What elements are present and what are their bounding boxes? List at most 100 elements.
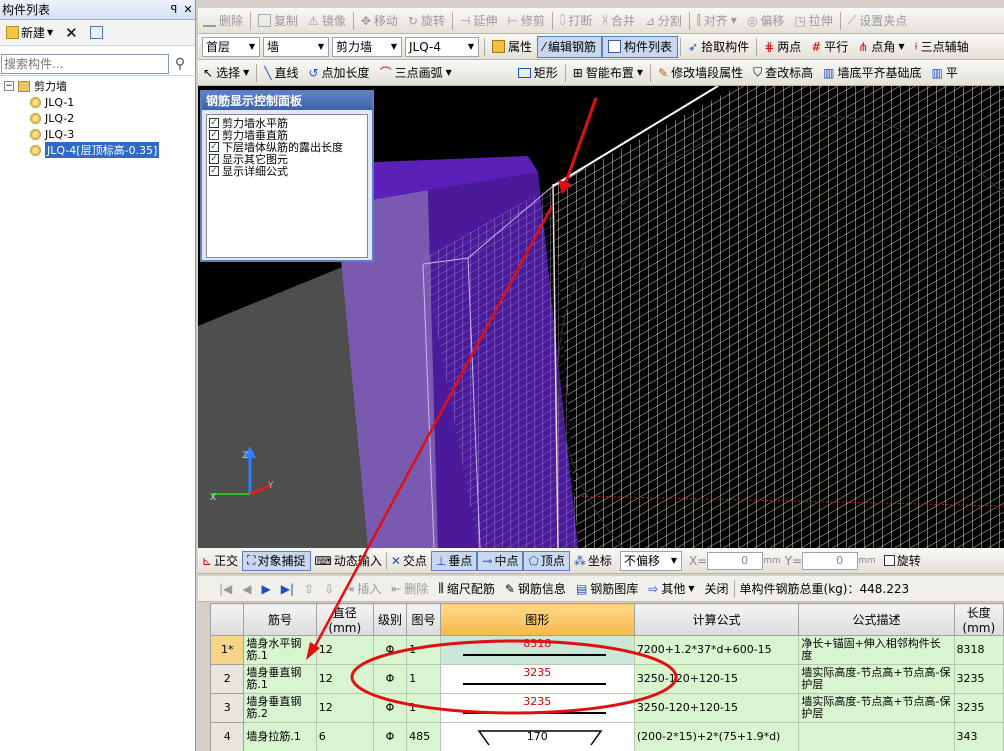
- column-header[interactable]: 公式描述: [798, 603, 955, 636]
- column-header[interactable]: 筋号: [243, 603, 317, 636]
- smart-layout-button[interactable]: ⊞ 智能布置 ▼: [568, 62, 648, 84]
- column-header[interactable]: 计算公式: [633, 603, 800, 636]
- rebar-info-button[interactable]: ✎ 钢筋信息: [500, 580, 571, 597]
- close-icon[interactable]: ✕: [181, 3, 195, 16]
- cell-length[interactable]: 3235: [953, 693, 1004, 723]
- wall-bottom-align-button[interactable]: ▥ 墙底平齐基础底: [818, 62, 926, 84]
- scale-rebar-button[interactable]: ⫼ 缩尺配筋: [433, 580, 500, 597]
- checkbox-checked[interactable]: ✓: [209, 166, 219, 176]
- type-select[interactable]: 剪力墙 ▼: [332, 36, 402, 57]
- tree-item[interactable]: JLQ-1: [4, 94, 159, 110]
- move-up-button[interactable]: ⇧: [299, 582, 319, 596]
- copy-tool[interactable]: 复制: [253, 10, 303, 32]
- rotate-toggle[interactable]: 旋转: [880, 551, 925, 571]
- cell-figure-number[interactable]: 1: [406, 664, 441, 694]
- properties-button[interactable]: 属性: [487, 36, 537, 58]
- align-tool[interactable]: ⫿ 对齐 ▼: [692, 10, 742, 32]
- two-point-button[interactable]: ⋕ 两点: [759, 36, 806, 58]
- 3d-viewport[interactable]: Z X Y 钢筋显示控制面板 ✓ 剪力墙水平筋 ✓ 剪力墙垂直筋 ✓ 下层墙体纵筋的露…: [198, 86, 1004, 548]
- break-tool[interactable]: ⩇ 打断: [555, 10, 597, 32]
- row-number[interactable]: 1*: [210, 635, 245, 665]
- checkbox-checked[interactable]: ✓: [209, 118, 219, 128]
- cell-grade[interactable]: Φ: [372, 635, 408, 665]
- dynamic-input-toggle[interactable]: ⌨ 动态输入: [311, 551, 386, 571]
- cell-figure-number[interactable]: 1: [406, 635, 441, 665]
- collapse-icon[interactable]: −: [4, 81, 14, 91]
- table-row[interactable]: 2 墙身垂直钢筋.1 12 Φ 1 3235 3250-120+120-15 墙…: [210, 664, 1004, 694]
- move-tool[interactable]: ✥ 移动: [356, 10, 403, 32]
- intersection-snap[interactable]: ✕ 交点: [387, 551, 431, 571]
- floor-select[interactable]: 首层 ▼: [202, 36, 260, 57]
- checkbox-checked[interactable]: ✓: [209, 154, 219, 164]
- new-button[interactable]: 新建 ▼: [2, 22, 57, 43]
- three-point-arc-button[interactable]: ⌒ 三点画弧 ▼: [375, 62, 457, 84]
- search-icon[interactable]: ⚲: [169, 56, 191, 72]
- pin-icon[interactable]: ꟼ: [167, 3, 181, 16]
- merge-tool[interactable]: ⩈ 合并: [597, 10, 639, 32]
- cell-formula-description[interactable]: 墙实际高度-节点高+节点高-保护层: [798, 693, 955, 723]
- delete-row-button[interactable]: ⇤ 删除: [386, 580, 433, 597]
- column-header[interactable]: 图号: [406, 603, 441, 636]
- close-button[interactable]: 关闭: [700, 580, 734, 597]
- cell-shape[interactable]: 170: [439, 722, 635, 751]
- midpoint-snap[interactable]: ⊸ 中点: [477, 550, 524, 571]
- cell-formula-description[interactable]: 墙实际高度-节点高+节点高-保护层: [798, 664, 955, 694]
- mirror-tool[interactable]: ⚠ 镜像: [303, 10, 351, 32]
- tree-item[interactable]: JLQ-2: [4, 110, 159, 126]
- edit-rebar-button[interactable]: ⁄ 编辑钢筋: [537, 35, 603, 58]
- cell-bar-name[interactable]: 墙身垂直钢筋.2: [243, 693, 317, 723]
- row-number[interactable]: 4: [210, 722, 245, 751]
- cell-length[interactable]: 3235: [953, 664, 1004, 694]
- component-select[interactable]: JLQ-4 ▼: [405, 36, 479, 57]
- grip-tool[interactable]: ⟋ 设置夹点: [843, 10, 912, 32]
- more-button[interactable]: ▥ 平: [926, 62, 962, 84]
- cell-formula-description[interactable]: 净长+锚固+伸入相邻构件长度: [798, 635, 955, 665]
- cell-shape[interactable]: 3235: [439, 693, 635, 723]
- other-button[interactable]: ⇨ 其他 ▼: [643, 580, 699, 597]
- search-input[interactable]: [1, 53, 169, 74]
- three-point-axis-button[interactable]: ⟊ 三点辅轴: [910, 36, 974, 58]
- cell-formula[interactable]: (200-2*15)+2*(75+1.9*d): [633, 722, 800, 751]
- object-snap-toggle[interactable]: ⛶ 对象捕捉: [242, 550, 311, 571]
- column-header[interactable]: 长度(mm): [953, 603, 1004, 636]
- row-number[interactable]: 2: [210, 664, 245, 694]
- prev-record-button[interactable]: ◀: [237, 582, 256, 596]
- checkbox-checked[interactable]: ✓: [209, 142, 219, 152]
- cell-figure-number[interactable]: 485: [406, 722, 441, 751]
- cell-bar-name[interactable]: 墙身拉筋.1: [243, 722, 317, 751]
- stretch-tool[interactable]: ◳ 拉伸: [789, 10, 837, 32]
- row-number[interactable]: 3: [210, 693, 245, 723]
- column-header[interactable]: 级别: [372, 603, 408, 636]
- offset-mode-select[interactable]: 不偏移 ▼: [619, 550, 682, 571]
- category-select[interactable]: 墙 ▼: [263, 36, 329, 57]
- cell-formula-description[interactable]: [798, 722, 955, 751]
- tree-item[interactable]: JLQ-3: [4, 126, 159, 142]
- perpendicular-snap[interactable]: ⊥ 垂点: [430, 550, 478, 571]
- cell-shape[interactable]: 3235: [439, 664, 635, 694]
- delete-tool[interactable]: 删除: [198, 10, 248, 32]
- checkbox-unchecked[interactable]: [883, 555, 895, 566]
- y-input[interactable]: 0: [802, 551, 859, 570]
- option-show-detailed-formula[interactable]: ✓ 显示详细公式: [209, 165, 365, 178]
- cell-diameter[interactable]: 6: [315, 722, 374, 751]
- modify-wall-segment-button[interactable]: ✎ 修改墙段属性: [653, 62, 748, 84]
- cell-length[interactable]: 343: [953, 722, 1004, 751]
- extend-tool[interactable]: ⊣ 延伸: [455, 10, 502, 32]
- next-record-button[interactable]: ▶: [257, 582, 276, 596]
- cell-diameter[interactable]: 12: [315, 693, 374, 723]
- delete-button[interactable]: ✕: [61, 22, 82, 44]
- insert-button[interactable]: ⇥ 插入: [339, 580, 386, 597]
- vertex-snap[interactable]: ⬠ 顶点: [523, 550, 570, 571]
- offset-tool[interactable]: ◎ 偏移: [742, 10, 790, 32]
- cell-shape[interactable]: 8318: [439, 635, 635, 665]
- first-record-button[interactable]: |◀: [214, 582, 237, 596]
- select-button[interactable]: ↖ 选择 ▼: [198, 62, 254, 84]
- cell-diameter[interactable]: 12: [315, 635, 374, 665]
- copy-button[interactable]: [86, 24, 107, 41]
- checkbox-checked[interactable]: ✓: [209, 130, 219, 140]
- cell-grade[interactable]: Φ: [372, 693, 408, 723]
- coordinate-snap[interactable]: ⁂ 坐标: [570, 551, 616, 571]
- cell-length[interactable]: 8318: [953, 635, 1004, 665]
- tree-node-root[interactable]: − 剪力墙: [4, 78, 159, 94]
- cell-formula[interactable]: 3250-120+120-15: [633, 664, 800, 694]
